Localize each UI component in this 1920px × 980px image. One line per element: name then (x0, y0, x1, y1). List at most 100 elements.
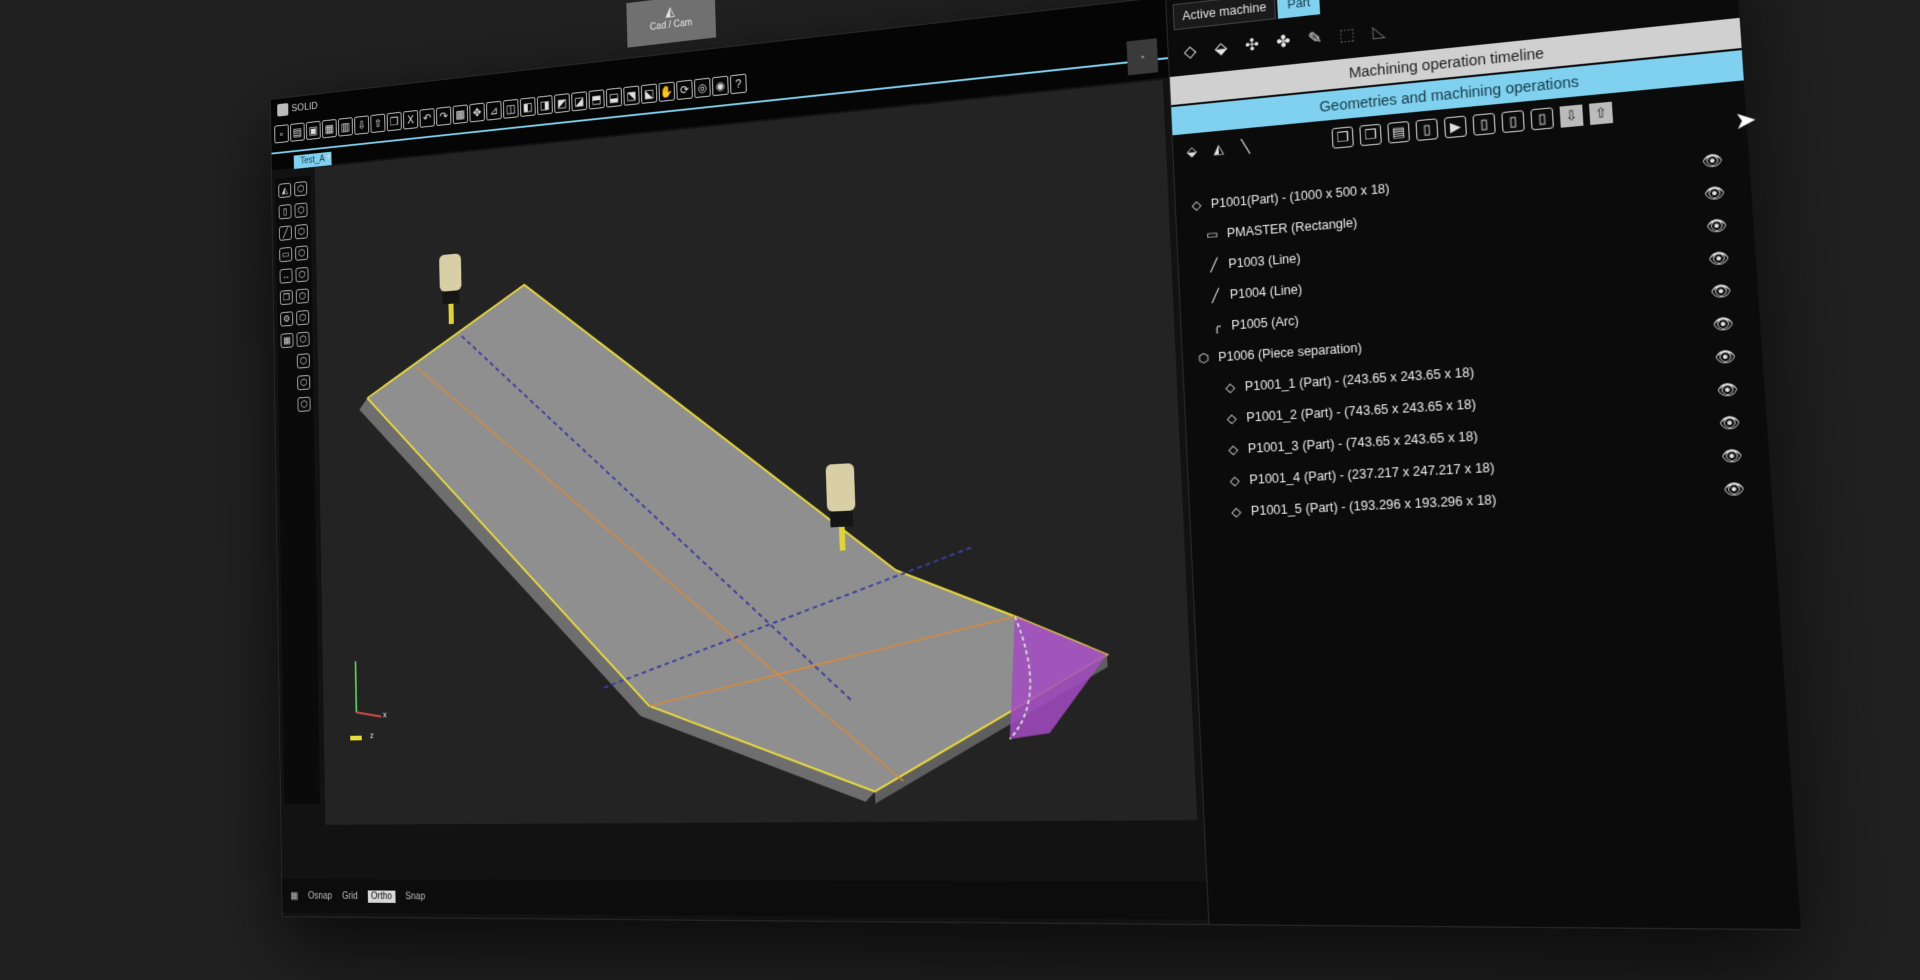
view-front-icon[interactable]: ◧ (519, 96, 536, 117)
op-doc-1-icon[interactable]: ▯ (1472, 112, 1496, 136)
open-file-icon[interactable]: ▤ (290, 122, 305, 142)
geometry-tree: ◇ P1001(Part) - (1000 x 500 x 18) 👁 ▭ PM… (1187, 143, 1750, 529)
undo-icon[interactable]: ↶ (419, 108, 435, 128)
line-tool-icon[interactable]: ╲ (1235, 136, 1257, 158)
view-top-icon[interactable]: ◫ (502, 98, 519, 119)
view-left-icon[interactable]: ⬓ (605, 87, 623, 108)
tab-part[interactable]: Part (1277, 0, 1321, 19)
hex-tool-5-icon[interactable]: ⬡ (295, 266, 309, 283)
op-import-icon[interactable]: ⇧ (1588, 101, 1614, 126)
wireframe-icon[interactable]: ⬕ (640, 83, 658, 104)
cad-cam-mode-tab[interactable]: ◭ Cad / Cam (626, 0, 717, 48)
axis-x-line (356, 712, 381, 717)
view-right-icon[interactable]: ⬔ (623, 85, 640, 106)
triangle-icon[interactable]: ◭ (1208, 138, 1230, 160)
eye-icon[interactable]: 👁 (1705, 281, 1737, 302)
axis-z-marker (350, 735, 362, 741)
line-icon: ╱ (1211, 288, 1220, 304)
hex-tool-4-icon[interactable]: ⬡ (295, 245, 309, 261)
import-icon[interactable]: ⇩ (354, 115, 370, 135)
view-iso-icon[interactable]: ◩ (554, 93, 570, 114)
disabled-tool-2-icon: ◺ (1371, 22, 1387, 42)
dimension-icon[interactable]: ↔ (279, 268, 293, 284)
tab-active-machine[interactable]: Active machine (1172, 0, 1277, 31)
viewport-corner-button[interactable]: ▪ (1126, 38, 1159, 76)
part-diamond-icon: ◇ (1229, 473, 1240, 489)
op-stack-icon[interactable]: ▤ (1387, 120, 1411, 144)
delete-icon[interactable]: X (403, 109, 419, 130)
hex-tool-10-icon[interactable]: ⬡ (297, 374, 311, 391)
status-ortho[interactable]: Ortho (367, 890, 396, 903)
status-grid-icon[interactable]: ▦ (290, 891, 298, 901)
hex-tool-7-icon[interactable]: ⬡ (296, 309, 310, 326)
op-export-icon[interactable]: ⇩ (1559, 104, 1584, 128)
draw-page-icon[interactable]: ▯ (278, 204, 292, 220)
measure-icon[interactable]: ⊿ (486, 100, 502, 121)
array-icon[interactable]: ▦ (280, 332, 294, 349)
hex-tool-6-icon[interactable]: ⬡ (295, 288, 309, 304)
draw-line-icon[interactable]: ╱ (278, 225, 292, 241)
new-document-tab-icon[interactable]: + (326, 150, 332, 163)
lock-icon[interactable]: ▩ (452, 104, 469, 125)
zoom-window-icon[interactable]: ◉ (711, 75, 729, 97)
eye-icon[interactable]: 👁 (1718, 479, 1750, 499)
help-icon[interactable]: ? (729, 73, 747, 95)
op-doc-3-icon[interactable]: ▯ (1530, 107, 1555, 131)
eye-icon[interactable]: 👁 (1703, 248, 1735, 269)
op-copy-2-icon[interactable]: ❐ (1359, 123, 1382, 147)
orbit-icon[interactable]: ⟳ (676, 79, 693, 101)
eye-icon[interactable]: 👁 (1701, 215, 1733, 236)
op-play-icon[interactable]: ▶ (1443, 115, 1468, 139)
cad-cam-label: Cad / Cam (649, 17, 693, 33)
part-diamond-icon: ◇ (1224, 379, 1236, 395)
node-alt-icon[interactable]: ✤ (1271, 29, 1295, 54)
status-osnap[interactable]: Osnap (308, 891, 332, 901)
view-side-icon[interactable]: ◨ (536, 95, 553, 116)
copy-icon[interactable]: ❐ (386, 111, 402, 132)
part-model-svg (350, 80, 1197, 806)
eye-icon[interactable]: 👁 (1697, 150, 1729, 171)
3d-viewport[interactable]: z x (314, 79, 1198, 825)
left-toolbar-column-a: ◭ ▯ ╱ ▭ ↔ ❐ ⚙ ▦ (278, 182, 294, 349)
eye-icon[interactable]: 👁 (1716, 446, 1748, 466)
part-diamond-icon: ◇ (1226, 410, 1237, 426)
hex-tool-8-icon[interactable]: ⬡ (296, 331, 310, 347)
hex-tool-1-icon[interactable]: ⬡ (294, 181, 308, 197)
copy-shape-icon[interactable]: ❐ (279, 289, 293, 306)
pan-icon[interactable]: ✋ (658, 81, 676, 102)
hex-tool-2-icon[interactable]: ⬡ (294, 202, 308, 218)
diamond-icon[interactable]: ◇ (1178, 39, 1202, 63)
op-page-icon[interactable]: ▯ (1415, 118, 1439, 142)
draw-triangle-icon[interactable]: ◭ (278, 182, 292, 199)
save-icon[interactable]: ▣ (306, 120, 321, 141)
export-icon[interactable]: ⇧ (370, 113, 386, 134)
layer-icon[interactable]: ⬙ (1181, 141, 1202, 163)
eye-icon[interactable]: 👁 (1714, 412, 1746, 432)
part-add-icon[interactable]: ⬙ (1209, 36, 1233, 61)
eye-icon[interactable]: 👁 (1709, 346, 1741, 367)
node-icon[interactable]: ✣ (1240, 33, 1264, 58)
draw-rectangle-icon[interactable]: ▭ (279, 246, 293, 263)
view-back-icon[interactable]: ◪ (571, 91, 588, 112)
op-doc-2-icon[interactable]: ▯ (1501, 110, 1525, 134)
redo-icon[interactable]: ↷ (436, 106, 452, 127)
eye-icon[interactable]: 👁 (1699, 182, 1731, 203)
hex-tool-11-icon[interactable]: ⬡ (297, 396, 311, 412)
settings-icon[interactable]: ⚙ (280, 311, 294, 327)
print-icon[interactable]: ▥ (338, 117, 353, 137)
part-diamond-icon: ◇ (1230, 504, 1242, 520)
eye-icon[interactable]: 👁 (1712, 379, 1744, 399)
left-toolbar: ◭ ▯ ╱ ▭ ↔ ❐ ⚙ ▦ ⬡ ⬡ ⬡ ⬡ ⬡ ⬡ ⬡ ⬡ ⬡ ⬡ ⬡ (275, 175, 321, 805)
status-snap[interactable]: Snap (405, 891, 425, 902)
hex-tool-9-icon[interactable]: ⬡ (296, 353, 310, 369)
view-bottom-icon[interactable]: ⬒ (588, 89, 605, 110)
status-grid[interactable]: Grid (342, 891, 358, 901)
zoom-fit-icon[interactable]: ◎ (694, 77, 711, 99)
move-icon[interactable]: ✥ (469, 102, 485, 123)
hex-tool-3-icon[interactable]: ⬡ (294, 223, 308, 240)
edit-icon[interactable]: ✎ (1303, 26, 1327, 51)
eye-icon[interactable]: 👁 (1707, 313, 1739, 334)
save-as-icon[interactable]: ▦ (321, 118, 337, 139)
op-copy-icon[interactable]: ❐ (1331, 126, 1354, 149)
new-file-icon[interactable]: ▫ (274, 124, 289, 144)
